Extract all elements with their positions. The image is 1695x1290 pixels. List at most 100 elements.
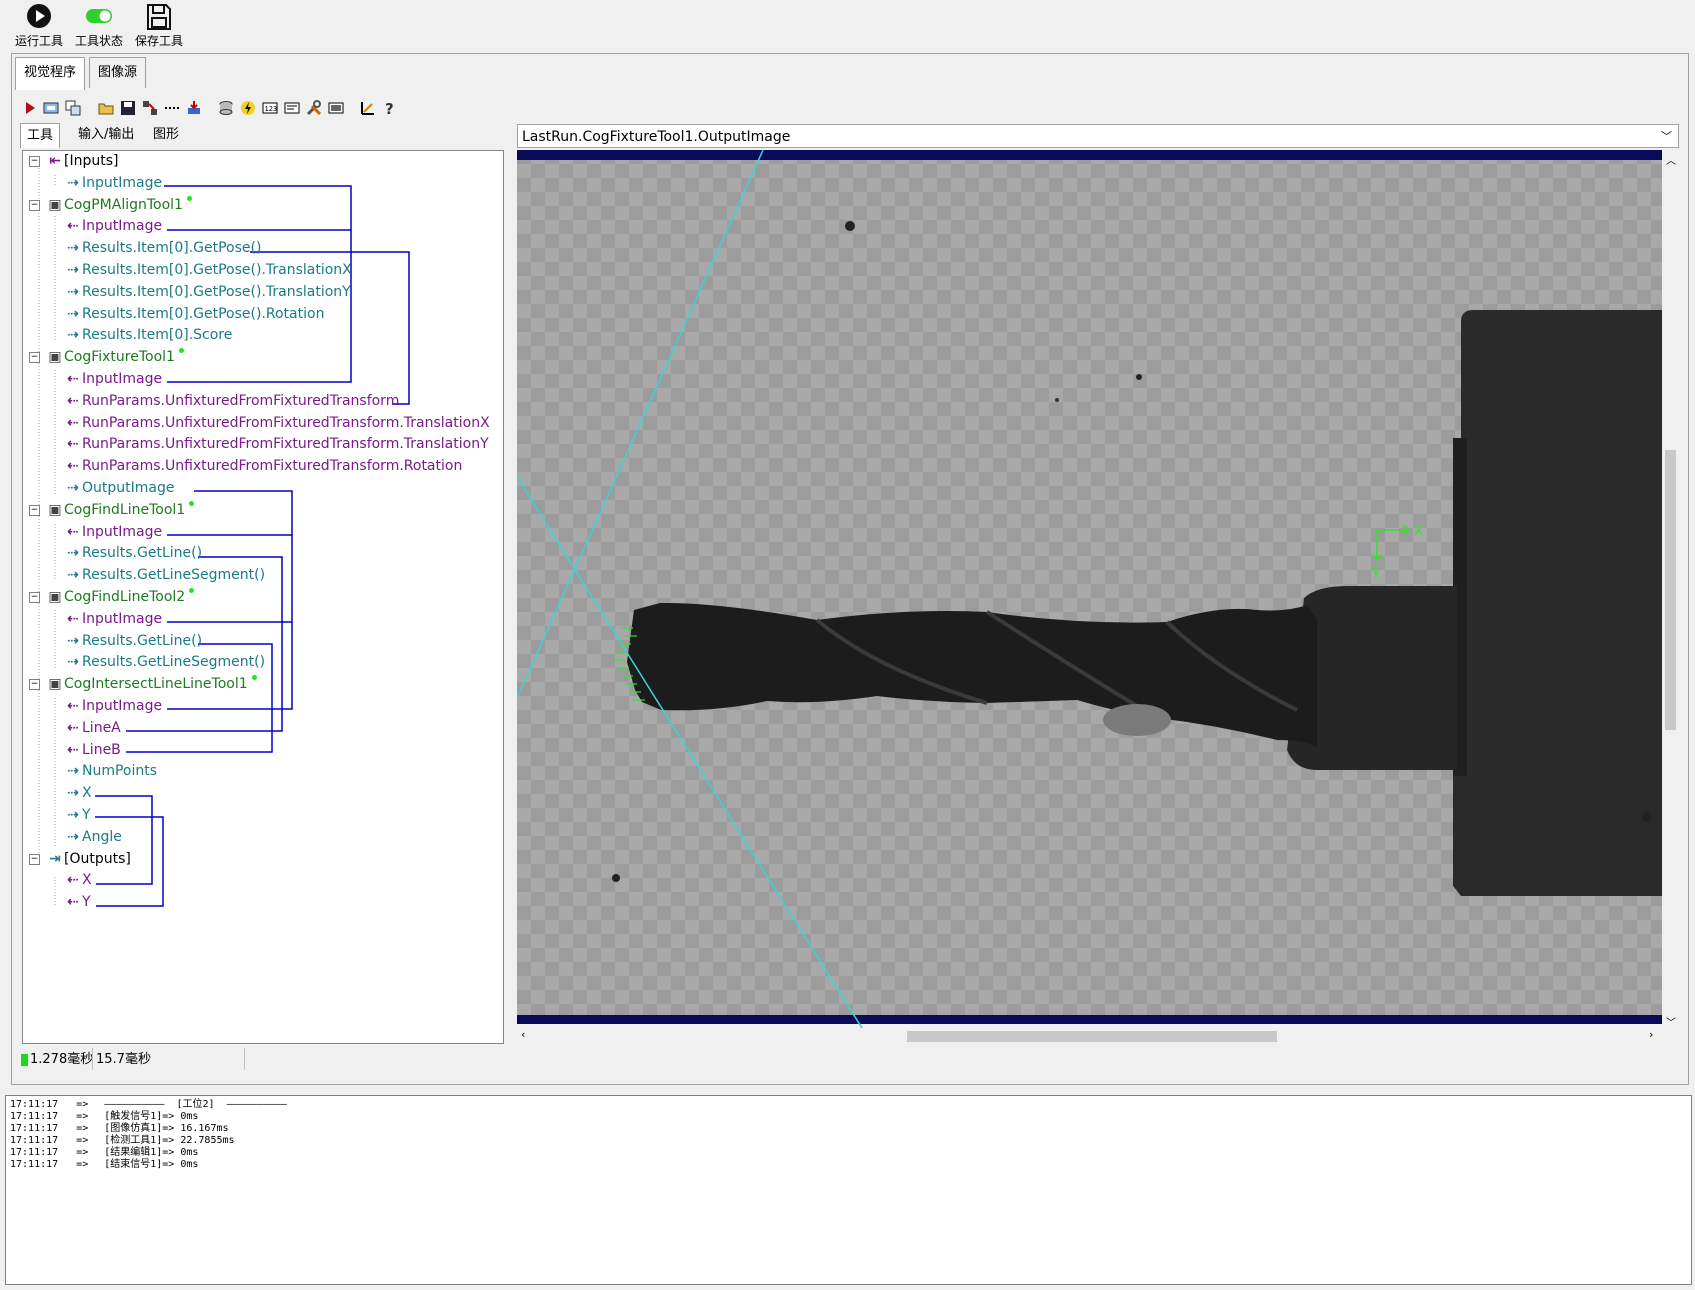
- tree-leaf[interactable]: ⇢ Results.Item[0].GetPose(): [64, 239, 261, 257]
- tools-icon[interactable]: [306, 100, 322, 116]
- tree-node[interactable]: − ▣ CogFindLineTool2: [29, 588, 195, 606]
- more-icon[interactable]: [164, 100, 180, 116]
- image-source-selector[interactable]: LastRun.CogFixtureTool1.OutputImage ﹀: [517, 124, 1679, 148]
- tree-leaf[interactable]: ⇠ RunParams.UnfixturedFromFixturedTransfo…: [64, 435, 489, 453]
- image-display[interactable]: X Y: [517, 150, 1662, 1028]
- log-message: [结束信号1]=> 0ms: [104, 1159, 199, 1170]
- tree-leaf[interactable]: ⇠ RunParams.UnfixturedFromFixturedTransfo…: [64, 392, 399, 410]
- inputs-icon: ⇤: [49, 153, 61, 169]
- tree-leaf[interactable]: ⇠ InputImage: [64, 370, 162, 388]
- pm-align-tool-icon: ▣: [48, 196, 62, 213]
- output-arrow-icon: ⇢: [67, 262, 79, 278]
- copy-window-icon[interactable]: [65, 100, 81, 116]
- tool-ok-indicator: [251, 675, 257, 681]
- save-icon[interactable]: [120, 100, 136, 116]
- tree-leaf[interactable]: ⇢ Results.GetLine(): [64, 632, 202, 650]
- tree-leaf[interactable]: ⇠ LineB: [64, 741, 121, 759]
- tree-leaf[interactable]: ⇠ X: [64, 871, 91, 889]
- tree-node[interactable]: − ⇤ [Inputs]: [29, 152, 118, 170]
- tree-label: Results.GetLine(): [82, 632, 203, 649]
- scroll-left-icon[interactable]: ‹: [521, 1028, 525, 1041]
- collapse-icon[interactable]: −: [29, 679, 40, 691]
- tree-leaf[interactable]: ⇢ NumPoints: [64, 762, 157, 780]
- save-tool-button[interactable]: 保存工具: [129, 0, 189, 50]
- scroll-up-icon[interactable]: ︿: [1666, 152, 1676, 167]
- log-output[interactable]: 17:11:17 => —————————— [工位2] —————————— 17:…: [5, 1095, 1692, 1285]
- tree-leaf[interactable]: ⇢ Y: [64, 806, 90, 824]
- output-arrow-icon: ⇢: [67, 654, 79, 671]
- tree-leaf[interactable]: ⇢ Results.Item[0].GetPose().TranslationY: [64, 283, 351, 301]
- input-arrow-icon: ⇠: [67, 436, 79, 453]
- tab-vision-program[interactable]: 视觉程序: [15, 57, 86, 90]
- tree-node[interactable]: − ▣ CogFindLineTool1: [29, 500, 195, 519]
- run-icon[interactable]: [22, 100, 38, 116]
- scroll-right-icon[interactable]: ›: [1649, 1028, 1653, 1041]
- tree-leaf[interactable]: ⇠ InputImage: [64, 610, 162, 628]
- tree-label: Results.GetLineSegment(): [82, 567, 266, 584]
- help-icon[interactable]: ?: [382, 100, 398, 116]
- number-icon[interactable]: 123: [262, 100, 278, 116]
- log-message: [检测工具1]=> 22.7855ms: [104, 1135, 235, 1146]
- log-line: 17:11:17 => [结束信号1]=> 0ms: [10, 1159, 198, 1171]
- tool-status-button[interactable]: 工具状态: [69, 0, 129, 50]
- tree-node[interactable]: − ▣ CogIntersectLineLineTool1: [29, 675, 257, 693]
- collapse-icon[interactable]: −: [29, 853, 40, 865]
- image-top-border: [517, 150, 1662, 160]
- lightning-icon[interactable]: [240, 100, 256, 116]
- text-box-icon[interactable]: [284, 100, 300, 116]
- output-arrow-icon: ⇢: [67, 305, 79, 322]
- tree-leaf[interactable]: ⇠ RunParams.UnfixturedFromFixturedTransfo…: [64, 414, 490, 432]
- chevron-down-icon: ﹀: [1661, 130, 1672, 143]
- tree-leaf[interactable]: ⇢ Results.GetLineSegment(): [64, 653, 265, 671]
- tree-leaf[interactable]: ⇢ Results.Item[0].GetPose().Rotation: [64, 305, 324, 323]
- horizontal-scroll-thumb[interactable]: [907, 1031, 1277, 1042]
- tab-graphics[interactable]: 图形: [147, 123, 185, 147]
- input-arrow-icon: ⇠: [67, 458, 79, 475]
- network-icon[interactable]: [142, 100, 158, 116]
- tree-leaf[interactable]: ⇢ Results.Item[0].GetPose().TranslationX: [64, 261, 352, 279]
- tab-input-output[interactable]: 输入/输出: [72, 123, 140, 147]
- output-arrow-icon: ⇢: [67, 763, 79, 780]
- tree-leaf[interactable]: ⇢ OutputImage: [64, 479, 174, 497]
- tree-node[interactable]: − ▣ CogFixtureTool1: [29, 348, 184, 366]
- tree-leaf[interactable]: ⇠ InputImage: [64, 217, 162, 235]
- open-folder-icon[interactable]: [98, 100, 114, 116]
- tab-tools[interactable]: 工具: [20, 123, 61, 148]
- tree-leaf[interactable]: ⇠ Y: [64, 893, 90, 911]
- input-arrow-icon: ⇠: [67, 218, 79, 235]
- vertical-scrollbar[interactable]: ︿ ﹀: [1662, 150, 1679, 1029]
- tab-image-source[interactable]: 图像源: [89, 57, 147, 88]
- log-arrow: =>: [76, 1111, 89, 1122]
- collapse-icon[interactable]: −: [29, 156, 40, 167]
- tree-leaf[interactable]: ⇠ RunParams.UnfixturedFromFixturedTransfo…: [64, 457, 462, 475]
- collapse-icon[interactable]: −: [29, 504, 40, 516]
- scroll-down-icon[interactable]: ﹀: [1666, 1014, 1676, 1029]
- vertical-scroll-thumb[interactable]: [1665, 450, 1676, 730]
- tree-leaf[interactable]: ⇠ LineA: [64, 719, 121, 737]
- tree-leaf[interactable]: ⇠ InputImage: [64, 697, 162, 715]
- import-icon[interactable]: [186, 100, 202, 116]
- image-display-icon[interactable]: [328, 100, 344, 116]
- collapse-icon[interactable]: −: [29, 592, 40, 603]
- tree-label: OutputImage: [82, 480, 175, 496]
- tree-label: CogPMAlignTool1: [64, 196, 183, 213]
- tree-leaf[interactable]: ⇢ Results.GetLine(): [64, 544, 202, 562]
- tree-node[interactable]: − ▣ CogPMAlignTool1: [29, 195, 192, 214]
- tree-leaf[interactable]: ⇢ X: [64, 784, 91, 802]
- input-arrow-icon: ⇠: [67, 610, 79, 627]
- tree-leaf[interactable]: ⇢ Results.GetLineSegment(): [64, 566, 265, 584]
- tree-leaf[interactable]: ⇠ InputImage: [64, 523, 162, 541]
- output-arrow-icon: ⇢: [67, 807, 79, 823]
- tree-leaf[interactable]: ⇢ InputImage: [64, 174, 162, 192]
- tree-leaf[interactable]: ⇢ Angle: [64, 828, 122, 846]
- run-tool-button[interactable]: 运行工具: [9, 0, 69, 50]
- collapse-icon[interactable]: −: [29, 199, 40, 211]
- database-icon[interactable]: [218, 100, 234, 116]
- horizontal-scrollbar[interactable]: ‹ ›: [517, 1028, 1662, 1045]
- display-icon[interactable]: [43, 100, 59, 116]
- tree-leaf[interactable]: ⇢ Results.Item[0].Score: [64, 326, 232, 344]
- tree-node[interactable]: − ⇥ [Outputs]: [29, 850, 131, 868]
- collapse-icon[interactable]: −: [29, 352, 40, 364]
- tree-label: InputImage: [82, 218, 163, 235]
- measure-icon[interactable]: [360, 100, 376, 116]
